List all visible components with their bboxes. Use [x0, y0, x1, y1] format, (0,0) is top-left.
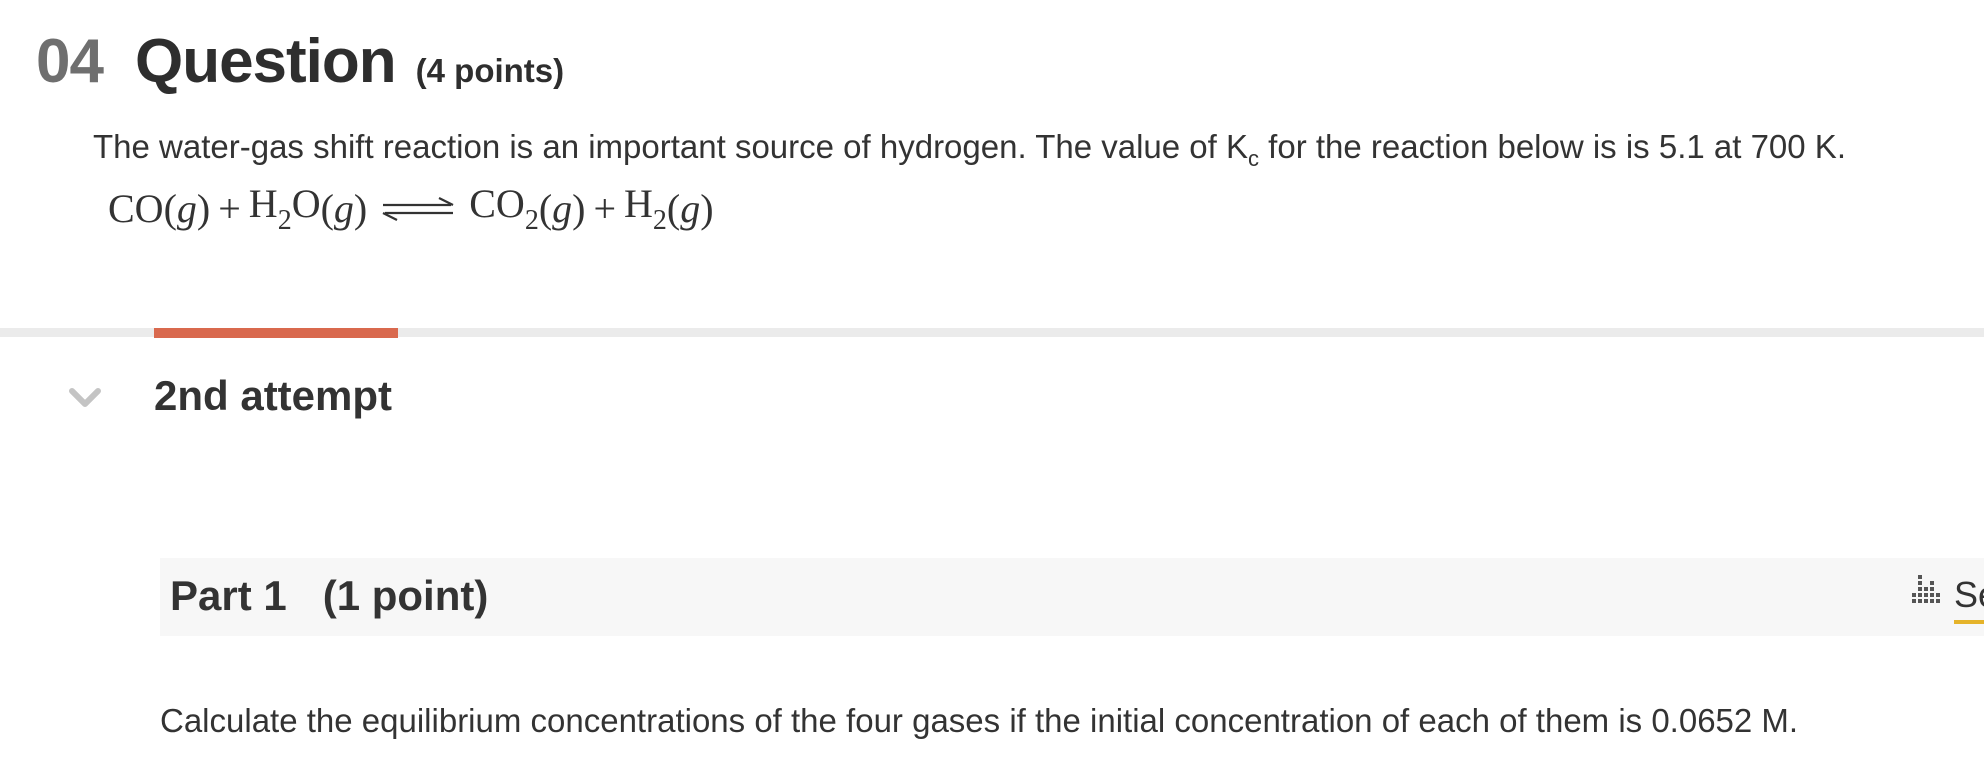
- active-tab-indicator: [154, 328, 398, 338]
- see-link-underline: [1954, 620, 1984, 624]
- reactant-co: CO: [108, 186, 164, 231]
- state-g: g: [680, 186, 701, 231]
- state-gas: (g): [538, 186, 586, 231]
- see-link[interactable]: Se: [1954, 574, 1984, 616]
- state-gas: (g): [666, 186, 714, 231]
- reaction-equation: CO (g) + H2O (g) CO2 (g) + H2 (g): [108, 180, 714, 237]
- question-number: 04: [36, 27, 104, 96]
- plus-sign: +: [593, 186, 617, 231]
- subscript-2: 2: [524, 205, 539, 236]
- product-h2: H2: [624, 180, 667, 237]
- question-text: The water-gas shift reaction is an impor…: [93, 128, 1846, 172]
- page: 04 Question (4 points) The water-gas shi…: [0, 0, 1984, 774]
- reactant-water: H2O: [249, 180, 321, 237]
- h: H: [248, 181, 278, 226]
- product-co2: CO2: [469, 180, 539, 237]
- equilibrium-arrows-icon: [382, 196, 454, 221]
- state-g: g: [176, 186, 197, 231]
- state-gas: (g): [320, 186, 368, 231]
- plus-sign: +: [218, 186, 241, 231]
- h: H: [624, 181, 653, 226]
- subscript-2: 2: [277, 205, 292, 236]
- state-g: g: [552, 186, 573, 231]
- part-header: Part 1 (1 point) Se: [160, 558, 1984, 636]
- question-header: 04 Question (4 points): [36, 26, 564, 97]
- question-text-main: The water-gas shift reaction is an impor…: [93, 128, 1248, 165]
- part-label: Part 1: [170, 572, 287, 619]
- bar-chart-icon[interactable]: [1908, 573, 1942, 607]
- part-points: (1 point): [322, 572, 489, 619]
- state-gas: (g): [163, 186, 211, 231]
- co: CO: [469, 181, 525, 226]
- kc-subscript: c: [1248, 146, 1259, 171]
- part-title: Part 1 (1 point): [170, 572, 488, 620]
- o: O: [291, 181, 321, 226]
- subscript-2: 2: [652, 205, 667, 236]
- part-question: Calculate the equilibrium concentrations…: [160, 702, 1799, 739]
- chevron-down-icon[interactable]: [68, 386, 102, 410]
- question-title: Question: [134, 27, 397, 96]
- question-points: (4 points): [415, 52, 565, 89]
- attempt-title[interactable]: 2nd attempt: [154, 372, 392, 420]
- state-g: g: [333, 186, 354, 231]
- question-text-end: for the reaction below is is 5.1 at 700 …: [1259, 128, 1846, 165]
